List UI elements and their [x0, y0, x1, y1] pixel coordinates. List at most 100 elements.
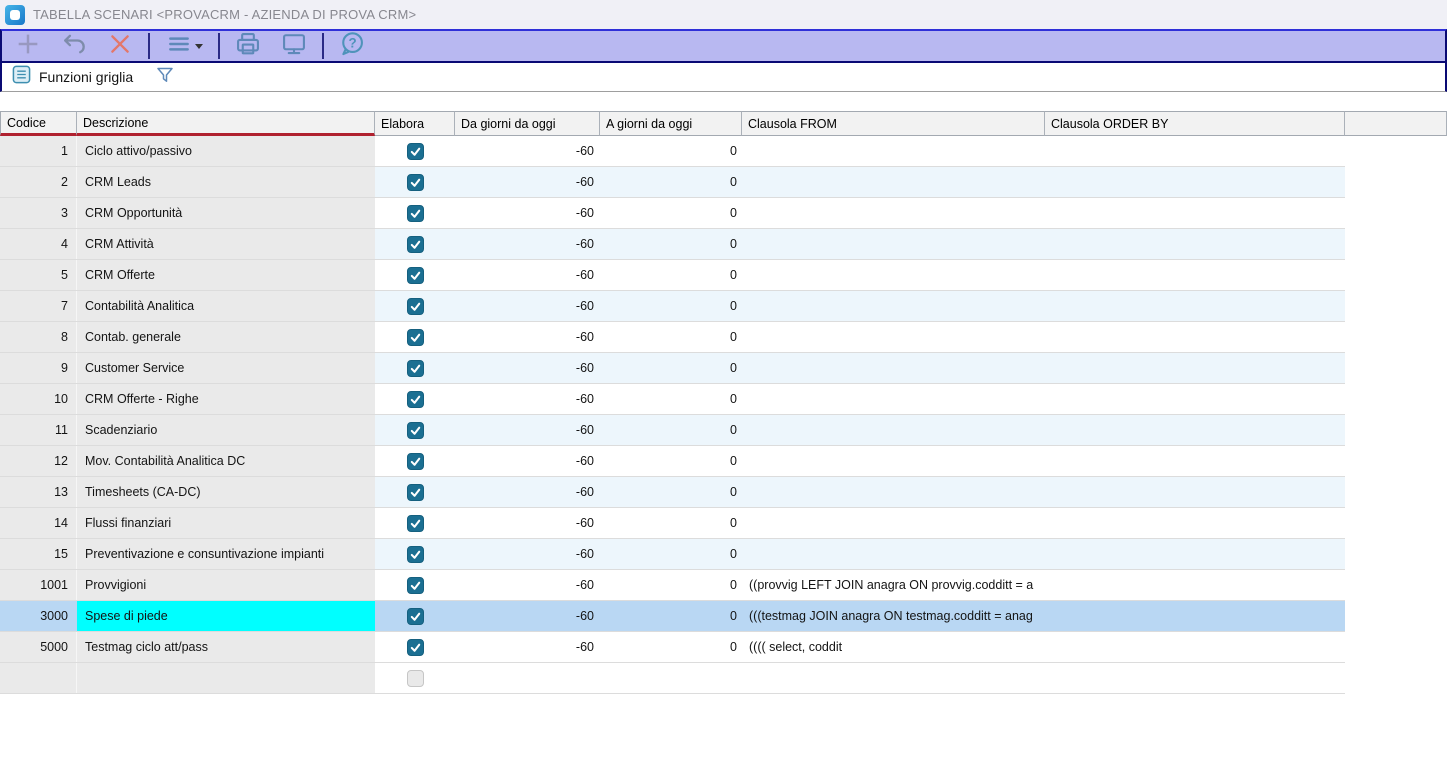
print-button[interactable]: [228, 32, 268, 60]
column-header-descrizione[interactable]: Descrizione: [77, 111, 375, 136]
cell-codice[interactable]: 13: [0, 477, 77, 507]
cell-da-giorni[interactable]: -60: [455, 632, 600, 662]
cell-a-giorni[interactable]: 0: [600, 539, 742, 569]
cell-codice[interactable]: 3000: [0, 601, 77, 631]
cell-codice[interactable]: 3: [0, 198, 77, 228]
elabora-checkbox[interactable]: [407, 422, 424, 439]
table-row[interactable]: 1 Ciclo attivo/passivo -60 0: [0, 136, 1345, 167]
table-row[interactable]: 8 Contab. generale -60 0: [0, 322, 1345, 353]
cell-a-giorni[interactable]: 0: [600, 632, 742, 662]
cell-a-giorni[interactable]: 0: [600, 477, 742, 507]
help-button[interactable]: ?: [332, 32, 372, 60]
menu-button[interactable]: [158, 32, 210, 60]
cell-da-giorni[interactable]: -60: [455, 198, 600, 228]
table-row[interactable]: [0, 663, 1345, 694]
table-row[interactable]: 3 CRM Opportunità -60 0: [0, 198, 1345, 229]
cell-elabora[interactable]: [375, 384, 455, 414]
cell-codice[interactable]: 12: [0, 446, 77, 476]
cell-clausola-order[interactable]: [1045, 167, 1345, 197]
cell-clausola-order[interactable]: [1045, 632, 1345, 662]
cell-clausola-order[interactable]: [1045, 353, 1345, 383]
cell-a-giorni[interactable]: 0: [600, 291, 742, 321]
cell-clausola-from[interactable]: [742, 539, 1045, 569]
cell-clausola-order[interactable]: [1045, 477, 1345, 507]
cell-codice[interactable]: 8: [0, 322, 77, 352]
cell-elabora[interactable]: [375, 477, 455, 507]
cell-elabora[interactable]: [375, 446, 455, 476]
cell-codice[interactable]: 1001: [0, 570, 77, 600]
table-row[interactable]: 14 Flussi finanziari -60 0: [0, 508, 1345, 539]
cell-da-giorni[interactable]: -60: [455, 446, 600, 476]
cell-elabora[interactable]: [375, 570, 455, 600]
cell-a-giorni[interactable]: [600, 663, 742, 693]
cell-a-giorni[interactable]: 0: [600, 384, 742, 414]
cell-descrizione[interactable]: CRM Offerte: [77, 260, 375, 290]
column-header-codice[interactable]: Codice: [0, 111, 77, 136]
table-row[interactable]: 13 Timesheets (CA-DC) -60 0: [0, 477, 1345, 508]
cell-elabora[interactable]: [375, 167, 455, 197]
cell-clausola-from[interactable]: (((testmag JOIN anagra ON testmag.coddit…: [742, 601, 1045, 631]
grid-functions-button[interactable]: Funzioni griglia: [12, 65, 133, 89]
cell-clausola-from[interactable]: [742, 198, 1045, 228]
cell-a-giorni[interactable]: 0: [600, 446, 742, 476]
elabora-checkbox[interactable]: [407, 577, 424, 594]
cell-clausola-order[interactable]: [1045, 415, 1345, 445]
cell-elabora[interactable]: [375, 229, 455, 259]
cell-codice[interactable]: 14: [0, 508, 77, 538]
cell-clausola-from[interactable]: [742, 663, 1045, 693]
cell-descrizione[interactable]: Mov. Contabilità Analitica DC: [77, 446, 375, 476]
display-button[interactable]: [274, 32, 314, 60]
cell-elabora[interactable]: [375, 322, 455, 352]
cell-da-giorni[interactable]: -60: [455, 601, 600, 631]
cell-descrizione[interactable]: Provvigioni: [77, 570, 375, 600]
elabora-checkbox[interactable]: [407, 298, 424, 315]
cell-clausola-order[interactable]: [1045, 322, 1345, 352]
cell-elabora[interactable]: [375, 539, 455, 569]
cell-clausola-from[interactable]: [742, 446, 1045, 476]
cell-da-giorni[interactable]: -60: [455, 508, 600, 538]
cell-descrizione[interactable]: Preventivazione e consuntivazione impian…: [77, 539, 375, 569]
table-row[interactable]: 7 Contabilità Analitica -60 0: [0, 291, 1345, 322]
table-row[interactable]: 12 Mov. Contabilità Analitica DC -60 0: [0, 446, 1345, 477]
elabora-checkbox[interactable]: [407, 670, 424, 687]
cell-clausola-order[interactable]: [1045, 229, 1345, 259]
cell-da-giorni[interactable]: -60: [455, 353, 600, 383]
cell-codice[interactable]: 9: [0, 353, 77, 383]
cell-descrizione[interactable]: Flussi finanziari: [77, 508, 375, 538]
table-row[interactable]: 9 Customer Service -60 0: [0, 353, 1345, 384]
cell-elabora[interactable]: [375, 415, 455, 445]
cell-da-giorni[interactable]: -60: [455, 136, 600, 166]
cell-a-giorni[interactable]: 0: [600, 167, 742, 197]
table-row[interactable]: 3000 Spese di piede -60 0 (((testmag JOI…: [0, 601, 1345, 632]
elabora-checkbox[interactable]: [407, 608, 424, 625]
elabora-checkbox[interactable]: [407, 391, 424, 408]
column-header-elabora[interactable]: Elabora: [375, 111, 455, 136]
cell-da-giorni[interactable]: [455, 663, 600, 693]
column-header-clausola-from[interactable]: Clausola FROM: [742, 111, 1045, 136]
cell-a-giorni[interactable]: 0: [600, 136, 742, 166]
cell-descrizione[interactable]: CRM Leads: [77, 167, 375, 197]
cell-da-giorni[interactable]: -60: [455, 229, 600, 259]
cell-clausola-from[interactable]: ((provvig LEFT JOIN anagra ON provvig.co…: [742, 570, 1045, 600]
table-row[interactable]: 1001 Provvigioni -60 0 ((provvig LEFT JO…: [0, 570, 1345, 601]
cell-codice[interactable]: 15: [0, 539, 77, 569]
cell-clausola-from[interactable]: [742, 353, 1045, 383]
cell-da-giorni[interactable]: -60: [455, 322, 600, 352]
cell-clausola-order[interactable]: [1045, 384, 1345, 414]
cell-descrizione[interactable]: CRM Attività: [77, 229, 375, 259]
cell-a-giorni[interactable]: 0: [600, 198, 742, 228]
elabora-checkbox[interactable]: [407, 546, 424, 563]
elabora-checkbox[interactable]: [407, 143, 424, 160]
delete-button[interactable]: [100, 32, 140, 60]
cell-descrizione[interactable]: Contabilità Analitica: [77, 291, 375, 321]
cell-clausola-order[interactable]: [1045, 446, 1345, 476]
cell-clausola-order[interactable]: [1045, 570, 1345, 600]
cell-a-giorni[interactable]: 0: [600, 601, 742, 631]
cell-descrizione[interactable]: CRM Offerte - Righe: [77, 384, 375, 414]
cell-da-giorni[interactable]: -60: [455, 260, 600, 290]
cell-clausola-order[interactable]: [1045, 508, 1345, 538]
cell-elabora[interactable]: [375, 260, 455, 290]
elabora-checkbox[interactable]: [407, 453, 424, 470]
cell-clausola-from[interactable]: [742, 384, 1045, 414]
cell-a-giorni[interactable]: 0: [600, 229, 742, 259]
